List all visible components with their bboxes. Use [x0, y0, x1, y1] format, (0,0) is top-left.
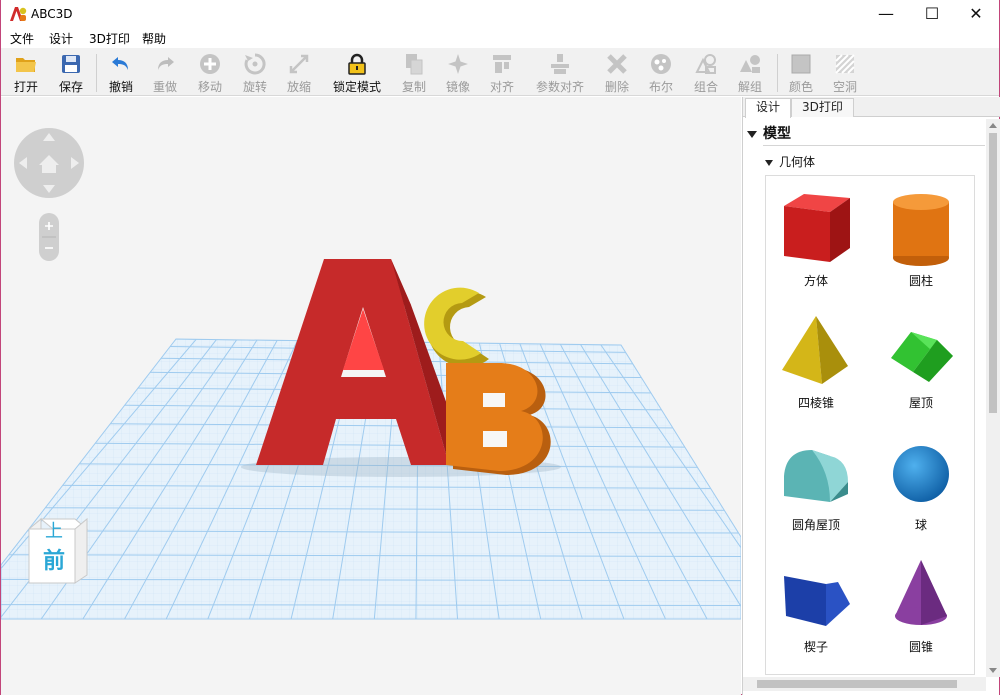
title-bar: ABC3D — ☐ ✕ [1, 0, 999, 28]
rotate-button[interactable]: 旋转 [233, 52, 277, 94]
undo-button[interactable]: 撤销 [99, 52, 143, 94]
wedge-icon [784, 576, 850, 626]
color-button[interactable]: 颜色 [779, 52, 823, 94]
ungroup-button[interactable]: 解组 [728, 52, 772, 94]
scroll-thumb[interactable] [989, 133, 997, 413]
toolbar-separator [96, 54, 97, 92]
menu-file[interactable]: 文件 [10, 30, 34, 47]
round-roof-icon [784, 450, 848, 502]
subsection-geometry-header[interactable]: 几何体 [765, 153, 815, 170]
shape-roof-item[interactable]: 屋顶 [871, 304, 971, 424]
hole-button[interactable]: 空洞 [823, 52, 867, 94]
maximize-button[interactable]: ☐ [909, 0, 955, 28]
menu-design[interactable]: 设计 [49, 30, 73, 47]
lock-mode-button[interactable]: 锁定模式 [329, 52, 385, 94]
panel-tabs: 设计 3D打印 [743, 97, 1000, 118]
floppy-disk-icon [62, 55, 80, 73]
pyramid-icon [782, 316, 848, 384]
shape-cylinder-item[interactable]: 圆柱 [871, 182, 971, 302]
model-library-panel: 设计 3D打印 模型 几何体 方体 圆柱 四棱锥 屋顶 圆角屋顶 球 楔子 圆锥 [742, 97, 1000, 695]
shape-box-item[interactable]: 方体 [766, 182, 866, 302]
delete-button[interactable]: 删除 [595, 52, 639, 94]
boolean-button[interactable]: 布尔 [639, 52, 683, 94]
redo-arrow-icon [158, 57, 174, 70]
view-cube-front-label[interactable]: 前 [43, 543, 65, 575]
zoom-control[interactable] [39, 213, 59, 261]
view-navigation-pad[interactable] [13, 127, 85, 199]
scroll-down-arrow-icon[interactable] [989, 668, 997, 673]
folder-icon [16, 58, 36, 72]
window-title: ABC3D [31, 7, 73, 21]
hole-striped-icon [835, 54, 855, 74]
tab-design[interactable]: 设计 [745, 98, 792, 118]
cone-icon [895, 560, 947, 625]
hscroll-thumb[interactable] [757, 680, 957, 688]
shape-cone-item[interactable]: 圆锥 [871, 548, 971, 668]
shape-wedge-item[interactable]: 楔子 [766, 548, 866, 668]
boolean-icon [651, 54, 671, 74]
menu-help[interactable]: 帮助 [142, 30, 166, 47]
minimize-button[interactable]: — [863, 0, 909, 28]
letter-b-model[interactable] [446, 363, 551, 475]
toolbar: 打开 保存 撤销 重做 移动 旋转 放缩 锁定模式 复制 镜像 对齐 参数对齐 … [1, 48, 999, 96]
workplane-viewport[interactable]: 上 前 [1, 97, 741, 695]
align-icon [493, 55, 511, 73]
cylinder-icon [893, 194, 949, 266]
undo-arrow-icon [112, 57, 128, 70]
lock-icon [348, 53, 366, 75]
menu-3dprint[interactable]: 3D打印 [89, 30, 130, 47]
scale-icon [289, 54, 309, 74]
collapse-triangle-icon [747, 130, 757, 138]
shape-pyramid-item[interactable]: 四棱锥 [766, 304, 866, 424]
collapse-triangle-icon [765, 159, 773, 166]
shape-sphere-item[interactable]: 球 [871, 426, 971, 546]
view-cube[interactable]: 上 前 [27, 517, 89, 587]
panel-horizontal-scrollbar[interactable] [743, 677, 986, 691]
close-button[interactable]: ✕ [953, 0, 999, 28]
scroll-up-arrow-icon[interactable] [989, 123, 997, 128]
view-cube-top-label[interactable]: 上 [45, 517, 63, 543]
param-align-button[interactable]: 参数对齐 [532, 52, 588, 94]
app-window: ABC3D — ☐ ✕ 文件 设计 3D打印 帮助 打开 保存 撤销 重做 移动… [0, 0, 1000, 695]
app-logo-icon [10, 7, 27, 21]
scale-button[interactable]: 放缩 [277, 52, 321, 94]
color-swatch-icon [791, 54, 811, 74]
delete-x-icon [607, 54, 627, 74]
open-button[interactable]: 打开 [4, 52, 48, 94]
roof-icon [891, 332, 953, 382]
mirror-button[interactable]: 镜像 [436, 52, 480, 94]
mirror-star-icon [448, 54, 468, 74]
shape-gallery: 方体 圆柱 四棱锥 屋顶 圆角屋顶 球 楔子 圆锥 [765, 175, 975, 675]
move-icon [200, 54, 220, 74]
scene-canvas[interactable] [1, 97, 741, 695]
cube-icon [784, 194, 850, 262]
ungroup-icon [740, 55, 760, 73]
group-icon [695, 54, 716, 74]
copy-button[interactable]: 复制 [392, 52, 436, 94]
group-button[interactable]: 组合 [684, 52, 728, 94]
save-button[interactable]: 保存 [49, 52, 93, 94]
redo-button[interactable]: 重做 [143, 52, 187, 94]
rotate-icon [244, 53, 266, 75]
section-models-header[interactable]: 模型 [747, 123, 791, 143]
grid-line [1, 630, 741, 631]
copy-icon [406, 54, 423, 75]
param-align-icon [551, 54, 569, 74]
sphere-icon [893, 446, 949, 502]
align-button[interactable]: 对齐 [480, 52, 524, 94]
toolbar-separator [777, 54, 778, 92]
section-divider [763, 145, 985, 146]
tab-3dprint[interactable]: 3D打印 [791, 98, 854, 117]
move-button[interactable]: 移动 [188, 52, 232, 94]
menu-bar: 文件 设计 3D打印 帮助 [1, 28, 999, 48]
shape-round-roof-item[interactable]: 圆角屋顶 [766, 426, 866, 546]
panel-vertical-scrollbar[interactable] [986, 119, 1000, 677]
